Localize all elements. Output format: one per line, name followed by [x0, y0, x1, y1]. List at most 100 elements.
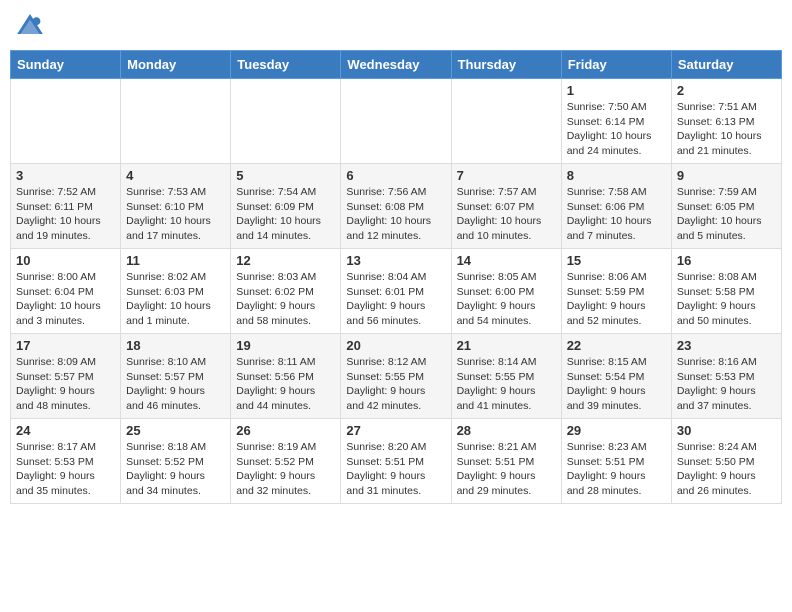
calendar-cell: 30 Sunrise: 8:24 AM Sunset: 5:50 PM Dayli…: [671, 419, 781, 504]
day-number: 15: [567, 253, 666, 268]
calendar-cell: 16 Sunrise: 8:08 AM Sunset: 5:58 PM Dayli…: [671, 249, 781, 334]
day-number: 17: [16, 338, 115, 353]
calendar-cell: [11, 79, 121, 164]
day-info: Sunrise: 8:02 AM Sunset: 6:03 PM Dayligh…: [126, 270, 225, 329]
calendar-cell: 17Sunrise: 8:09 AM Sunset: 5:57 PM Dayli…: [11, 334, 121, 419]
day-info: Sunrise: 8:16 AM Sunset: 5:53 PM Dayligh…: [677, 355, 776, 414]
calendar-cell: 11 Sunrise: 8:02 AM Sunset: 6:03 PM Dayli…: [121, 249, 231, 334]
day-header-friday: Friday: [561, 51, 671, 79]
day-number: 1: [567, 83, 666, 98]
day-number: 6: [346, 168, 445, 183]
calendar-cell: 6 Sunrise: 7:56 AM Sunset: 6:08 PM Daylig…: [341, 164, 451, 249]
day-number: 22: [567, 338, 666, 353]
day-info: Sunrise: 8:12 AM Sunset: 5:55 PM Dayligh…: [346, 355, 445, 414]
day-number: 27: [346, 423, 445, 438]
day-number: 12: [236, 253, 335, 268]
calendar-cell: 26 Sunrise: 8:19 AM Sunset: 5:52 PM Dayli…: [231, 419, 341, 504]
day-info: Sunrise: 7:54 AM Sunset: 6:09 PM Dayligh…: [236, 185, 335, 244]
day-header-wednesday: Wednesday: [341, 51, 451, 79]
calendar-cell: 12 Sunrise: 8:03 AM Sunset: 6:02 PM Dayli…: [231, 249, 341, 334]
logo: [14, 10, 50, 42]
day-header-saturday: Saturday: [671, 51, 781, 79]
day-info: Sunrise: 8:04 AM Sunset: 6:01 PM Dayligh…: [346, 270, 445, 329]
day-number: 26: [236, 423, 335, 438]
day-header-tuesday: Tuesday: [231, 51, 341, 79]
calendar-cell: 9 Sunrise: 7:59 AM Sunset: 6:05 PM Daylig…: [671, 164, 781, 249]
day-info: Sunrise: 8:23 AM Sunset: 5:51 PM Dayligh…: [567, 440, 666, 499]
calendar-cell: 14Sunrise: 8:05 AM Sunset: 6:00 PM Dayli…: [451, 249, 561, 334]
day-info: Sunrise: 8:24 AM Sunset: 5:50 PM Dayligh…: [677, 440, 776, 499]
day-number: 30: [677, 423, 776, 438]
calendar-cell: 8Sunrise: 7:58 AM Sunset: 6:06 PM Daylig…: [561, 164, 671, 249]
day-info: Sunrise: 7:52 AM Sunset: 6:11 PM Dayligh…: [16, 185, 115, 244]
day-number: 19: [236, 338, 335, 353]
day-number: 3: [16, 168, 115, 183]
calendar: SundayMondayTuesdayWednesdayThursdayFrid…: [10, 50, 782, 504]
day-number: 24: [16, 423, 115, 438]
logo-icon: [14, 10, 46, 42]
day-number: 7: [457, 168, 556, 183]
day-number: 23: [677, 338, 776, 353]
day-info: Sunrise: 8:19 AM Sunset: 5:52 PM Dayligh…: [236, 440, 335, 499]
day-number: 20: [346, 338, 445, 353]
calendar-cell: 10 Sunrise: 8:00 AM Sunset: 6:04 PM Dayli…: [11, 249, 121, 334]
day-info: Sunrise: 7:59 AM Sunset: 6:05 PM Dayligh…: [677, 185, 776, 244]
calendar-cell: 13 Sunrise: 8:04 AM Sunset: 6:01 PM Dayli…: [341, 249, 451, 334]
calendar-cell: 24 Sunrise: 8:17 AM Sunset: 5:53 PM Dayli…: [11, 419, 121, 504]
day-info: Sunrise: 8:18 AM Sunset: 5:52 PM Dayligh…: [126, 440, 225, 499]
calendar-cell: 15 Sunrise: 8:06 AM Sunset: 5:59 PM Dayli…: [561, 249, 671, 334]
day-info: Sunrise: 8:03 AM Sunset: 6:02 PM Dayligh…: [236, 270, 335, 329]
day-number: 10: [16, 253, 115, 268]
header: [10, 10, 782, 42]
day-info: Sunrise: 8:10 AM Sunset: 5:57 PM Dayligh…: [126, 355, 225, 414]
day-number: 16: [677, 253, 776, 268]
day-info: Sunrise: 8:08 AM Sunset: 5:58 PM Dayligh…: [677, 270, 776, 329]
calendar-cell: 1 Sunrise: 7:50 AM Sunset: 6:14 PM Daylig…: [561, 79, 671, 164]
calendar-cell: 27 Sunrise: 8:20 AM Sunset: 5:51 PM Dayli…: [341, 419, 451, 504]
day-info: Sunrise: 8:14 AM Sunset: 5:55 PM Dayligh…: [457, 355, 556, 414]
calendar-week-3: 10 Sunrise: 8:00 AM Sunset: 6:04 PM Dayli…: [11, 249, 782, 334]
day-info: Sunrise: 8:20 AM Sunset: 5:51 PM Dayligh…: [346, 440, 445, 499]
calendar-cell: 18 Sunrise: 8:10 AM Sunset: 5:57 PM Dayli…: [121, 334, 231, 419]
day-info: Sunrise: 8:00 AM Sunset: 6:04 PM Dayligh…: [16, 270, 115, 329]
day-number: 9: [677, 168, 776, 183]
day-number: 13: [346, 253, 445, 268]
calendar-week-4: 17Sunrise: 8:09 AM Sunset: 5:57 PM Dayli…: [11, 334, 782, 419]
calendar-cell: 25Sunrise: 8:18 AM Sunset: 5:52 PM Dayli…: [121, 419, 231, 504]
day-info: Sunrise: 7:56 AM Sunset: 6:08 PM Dayligh…: [346, 185, 445, 244]
calendar-week-5: 24 Sunrise: 8:17 AM Sunset: 5:53 PM Dayli…: [11, 419, 782, 504]
day-number: 11: [126, 253, 225, 268]
calendar-cell: 3 Sunrise: 7:52 AM Sunset: 6:11 PM Daylig…: [11, 164, 121, 249]
calendar-cell: 21Sunrise: 8:14 AM Sunset: 5:55 PM Dayli…: [451, 334, 561, 419]
calendar-cell: 29 Sunrise: 8:23 AM Sunset: 5:51 PM Dayli…: [561, 419, 671, 504]
day-number: 5: [236, 168, 335, 183]
day-info: Sunrise: 8:06 AM Sunset: 5:59 PM Dayligh…: [567, 270, 666, 329]
day-number: 28: [457, 423, 556, 438]
calendar-week-1: 1 Sunrise: 7:50 AM Sunset: 6:14 PM Daylig…: [11, 79, 782, 164]
calendar-header-row: SundayMondayTuesdayWednesdayThursdayFrid…: [11, 51, 782, 79]
day-number: 2: [677, 83, 776, 98]
calendar-cell: [121, 79, 231, 164]
day-info: Sunrise: 8:15 AM Sunset: 5:54 PM Dayligh…: [567, 355, 666, 414]
calendar-cell: 23 Sunrise: 8:16 AM Sunset: 5:53 PM Dayli…: [671, 334, 781, 419]
calendar-cell: [341, 79, 451, 164]
calendar-cell: 28 Sunrise: 8:21 AM Sunset: 5:51 PM Dayli…: [451, 419, 561, 504]
day-header-sunday: Sunday: [11, 51, 121, 79]
calendar-cell: [451, 79, 561, 164]
calendar-week-2: 3 Sunrise: 7:52 AM Sunset: 6:11 PM Daylig…: [11, 164, 782, 249]
day-info: Sunrise: 8:17 AM Sunset: 5:53 PM Dayligh…: [16, 440, 115, 499]
day-info: Sunrise: 8:21 AM Sunset: 5:51 PM Dayligh…: [457, 440, 556, 499]
calendar-cell: 7 Sunrise: 7:57 AM Sunset: 6:07 PM Daylig…: [451, 164, 561, 249]
day-number: 4: [126, 168, 225, 183]
day-number: 29: [567, 423, 666, 438]
calendar-cell: 22 Sunrise: 8:15 AM Sunset: 5:54 PM Dayli…: [561, 334, 671, 419]
day-info: Sunrise: 7:53 AM Sunset: 6:10 PM Dayligh…: [126, 185, 225, 244]
day-info: Sunrise: 7:50 AM Sunset: 6:14 PM Dayligh…: [567, 100, 666, 159]
day-info: Sunrise: 7:51 AM Sunset: 6:13 PM Dayligh…: [677, 100, 776, 159]
day-info: Sunrise: 7:57 AM Sunset: 6:07 PM Dayligh…: [457, 185, 556, 244]
day-number: 8: [567, 168, 666, 183]
calendar-cell: 2 Sunrise: 7:51 AM Sunset: 6:13 PM Daylig…: [671, 79, 781, 164]
day-info: Sunrise: 8:11 AM Sunset: 5:56 PM Dayligh…: [236, 355, 335, 414]
day-number: 18: [126, 338, 225, 353]
calendar-cell: 5 Sunrise: 7:54 AM Sunset: 6:09 PM Daylig…: [231, 164, 341, 249]
